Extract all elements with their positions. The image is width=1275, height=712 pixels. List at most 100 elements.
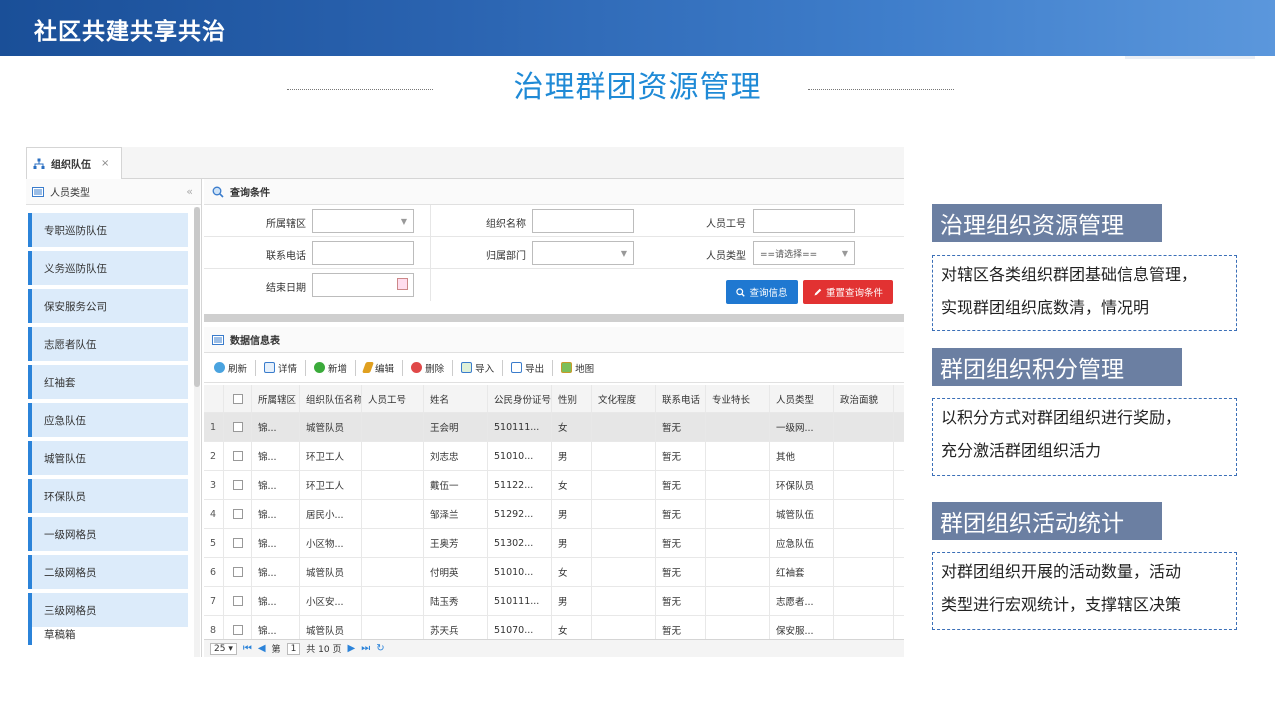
table-cell: 男	[552, 587, 592, 615]
search-button[interactable]: 查询信息	[726, 280, 798, 304]
row-checkbox[interactable]	[224, 442, 252, 470]
refresh-icon	[214, 362, 225, 373]
calendar-icon[interactable]	[397, 278, 408, 290]
page-number-input[interactable]: 1	[286, 642, 301, 655]
sidebar-item[interactable]: 一级网格员	[28, 517, 188, 551]
last-page-icon[interactable]: ⏭	[361, 643, 370, 654]
query-header: 查询条件	[204, 179, 904, 205]
add-button[interactable]: 新增	[314, 361, 347, 375]
sidebar-item[interactable]: 环保队员	[28, 479, 188, 513]
column-header[interactable]: 人员类型	[770, 385, 834, 412]
table-cell	[834, 558, 894, 586]
sidebar-item[interactable]: 草稿箱	[28, 623, 188, 645]
table-header-row: 所属辖区 组织队伍名称 人员工号 姓名 公民身份证号 性别 文化程度 联系电话 专业特长 人员类型…	[204, 385, 904, 413]
delete-button[interactable]: 删除	[411, 361, 444, 375]
table-cell	[362, 558, 424, 586]
query-scrollbar[interactable]	[204, 314, 904, 322]
tab-close-icon[interactable]: ×	[101, 158, 109, 169]
table-cell: 暂无	[656, 558, 706, 586]
table-cell	[362, 471, 424, 499]
district-select[interactable]: ▼	[312, 209, 414, 233]
end-date-input[interactable]	[312, 273, 414, 297]
select-all-checkbox[interactable]	[224, 385, 252, 412]
first-page-icon[interactable]: ⏮	[243, 643, 252, 654]
table-row[interactable]: 5 锦... 小区物... 王奥芳 51302... 男 暂无 应急队伍	[204, 529, 904, 558]
row-checkbox[interactable]	[224, 500, 252, 528]
data-table-header: 数据信息表	[204, 327, 904, 353]
table-cell: 锦...	[252, 413, 300, 441]
map-icon	[561, 362, 573, 373]
table-cell: 一级网...	[770, 413, 834, 441]
add-icon	[314, 362, 326, 373]
sidebar-item[interactable]: 应急队伍	[28, 403, 188, 437]
query-row: 结束日期	[204, 269, 904, 301]
detail-button[interactable]: 详情	[264, 361, 297, 375]
refresh-button[interactable]: 刷新	[214, 361, 247, 375]
sidebar-item[interactable]: 保安服务公司	[28, 289, 188, 323]
edit-button[interactable]: 编辑	[362, 361, 394, 375]
table-cell	[592, 413, 656, 441]
table-cell	[834, 442, 894, 470]
table-cell: 男	[552, 442, 592, 470]
tab-organization-team[interactable]: 组织队伍 ×	[26, 147, 122, 179]
column-header[interactable]: 姓名	[424, 385, 488, 412]
sidebar-item[interactable]: 三级网格员	[28, 593, 188, 627]
page-size-select[interactable]: 25 ▾	[210, 642, 237, 655]
org-name-input[interactable]	[532, 209, 634, 233]
table-row[interactable]: 2 锦... 环卫工人 刘志忠 51010... 男 暂无 其他	[204, 442, 904, 471]
collapse-sidebar-icon[interactable]: «	[186, 185, 193, 198]
table-row[interactable]: 7 锦... 小区安... 陆玉秀 510111... 男 暂无 志愿者...	[204, 587, 904, 616]
table-cell: 暂无	[656, 442, 706, 470]
table-cell: 男	[552, 500, 592, 528]
map-button[interactable]: 地图	[561, 361, 594, 375]
export-button[interactable]: 导出	[511, 361, 544, 375]
column-header[interactable]: 文化程度	[592, 385, 656, 412]
data-table-panel: 数据信息表 刷新 详情 新增 编辑 删除 导入 导出 地图 所属辖区 组织队伍名称…	[204, 327, 904, 657]
row-checkbox[interactable]	[224, 471, 252, 499]
table-cell	[592, 500, 656, 528]
table-row[interactable]: 4 锦... 居民小... 邹泽兰 51292... 男 暂无 城管队伍	[204, 500, 904, 529]
column-header[interactable]: 政治面貌	[834, 385, 894, 412]
table-row[interactable]: 1 锦... 城管队员 王会明 510111... 女 暂无 一级网...	[204, 413, 904, 442]
phone-input[interactable]	[312, 241, 414, 265]
table-row[interactable]: 6 锦... 城管队员 付明英 51010... 女 暂无 红袖套	[204, 558, 904, 587]
sidebar-item[interactable]: 城管队伍	[28, 441, 188, 475]
table-cell: 王会明	[424, 413, 488, 441]
column-header[interactable]: 性别	[552, 385, 592, 412]
table-cell	[706, 500, 770, 528]
table-cell: 小区物...	[300, 529, 362, 557]
sidebar-item[interactable]: 志愿者队伍	[28, 327, 188, 361]
list-icon	[212, 334, 224, 345]
row-number: 3	[204, 471, 224, 499]
staff-no-input[interactable]	[753, 209, 855, 233]
import-button[interactable]: 导入	[461, 361, 494, 375]
next-page-icon[interactable]: ▶	[347, 643, 355, 654]
sidebar-item[interactable]: 义务巡防队伍	[28, 251, 188, 285]
table-cell	[706, 471, 770, 499]
reload-icon[interactable]: ↻	[376, 643, 384, 654]
column-header[interactable]: 联系电话	[656, 385, 706, 412]
table-cell: 其他	[770, 442, 834, 470]
row-checkbox[interactable]	[224, 529, 252, 557]
table-cell: 邹泽兰	[424, 500, 488, 528]
sidebar-scroll-thumb[interactable]	[194, 207, 200, 387]
sidebar-item[interactable]: 红袖套	[28, 365, 188, 399]
reset-button[interactable]: 重置查询条件	[803, 280, 893, 304]
column-header[interactable]: 人员工号	[362, 385, 424, 412]
table-row[interactable]: 3 锦... 环卫工人 戴伍一 51122... 女 暂无 环保队员	[204, 471, 904, 500]
column-header[interactable]: 组织队伍名称	[300, 385, 362, 412]
row-checkbox[interactable]	[224, 413, 252, 441]
tab-label: 组织队伍	[51, 160, 91, 171]
page-title: 治理群团资源管理	[513, 70, 762, 105]
column-header[interactable]: 专业特长	[706, 385, 770, 412]
sidebar-item[interactable]: 二级网格员	[28, 555, 188, 589]
column-header[interactable]: 公民身份证号	[488, 385, 552, 412]
column-header[interactable]: 所属辖区	[252, 385, 300, 412]
sidebar-item[interactable]: 专职巡防队伍	[28, 213, 188, 247]
prev-page-icon[interactable]: ◀	[258, 643, 266, 654]
row-checkbox[interactable]	[224, 558, 252, 586]
table-cell: 王奥芳	[424, 529, 488, 557]
row-checkbox[interactable]	[224, 587, 252, 615]
dept-select[interactable]: ▼	[532, 241, 634, 265]
staff-type-select[interactable]: ==请选择== ▼	[753, 241, 855, 265]
